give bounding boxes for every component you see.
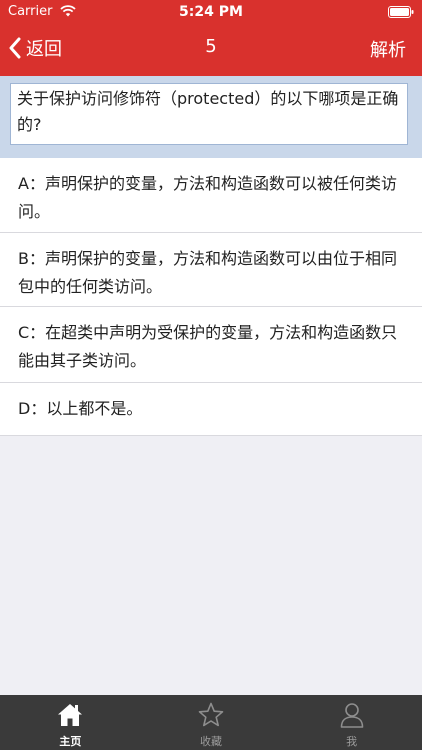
option-a[interactable]: A：声明保护的变量，方法和构造函数可以被任何类访问。	[0, 158, 422, 233]
status-bar: Carrier 5:24 PM	[0, 0, 422, 24]
question-text: 关于保护访问修饰符（protected）的以下哪项是正确的?	[10, 83, 408, 145]
tab-me[interactable]: 我	[281, 695, 422, 750]
tab-me-label: 我	[346, 735, 358, 748]
tab-home[interactable]: 主页	[0, 695, 141, 750]
person-icon	[340, 703, 363, 728]
star-icon	[198, 702, 224, 727]
tab-bar: 主页 收藏 我	[0, 695, 422, 750]
option-d[interactable]: D：以上都不是。	[0, 383, 422, 436]
option-c[interactable]: C：在超类中声明为受保护的变量，方法和构造函数只能由其子类访问。	[0, 307, 422, 383]
tab-home-label: 主页	[59, 735, 82, 748]
explain-button[interactable]: 解析	[370, 36, 406, 62]
status-time: 5:24 PM	[179, 4, 243, 20]
option-b[interactable]: B：声明保护的变量，方法和构造函数可以由位于相同包中的任何类访问。	[0, 233, 422, 307]
options-list: A：声明保护的变量，方法和构造函数可以被任何类访问。 B：声明保护的变量，方法和…	[0, 158, 422, 436]
tab-favorites[interactable]: 收藏	[141, 695, 282, 750]
page-title: 5	[205, 36, 217, 57]
navigation-bar: 返回 5 解析	[0, 24, 422, 76]
home-icon	[58, 704, 83, 726]
battery-icon	[388, 6, 414, 18]
tab-favorites-label: 收藏	[200, 735, 222, 748]
question-section: 关于保护访问修饰符（protected）的以下哪项是正确的?	[0, 76, 422, 158]
top-bar: Carrier 5:24 PM 返回 5 解析	[0, 0, 422, 76]
